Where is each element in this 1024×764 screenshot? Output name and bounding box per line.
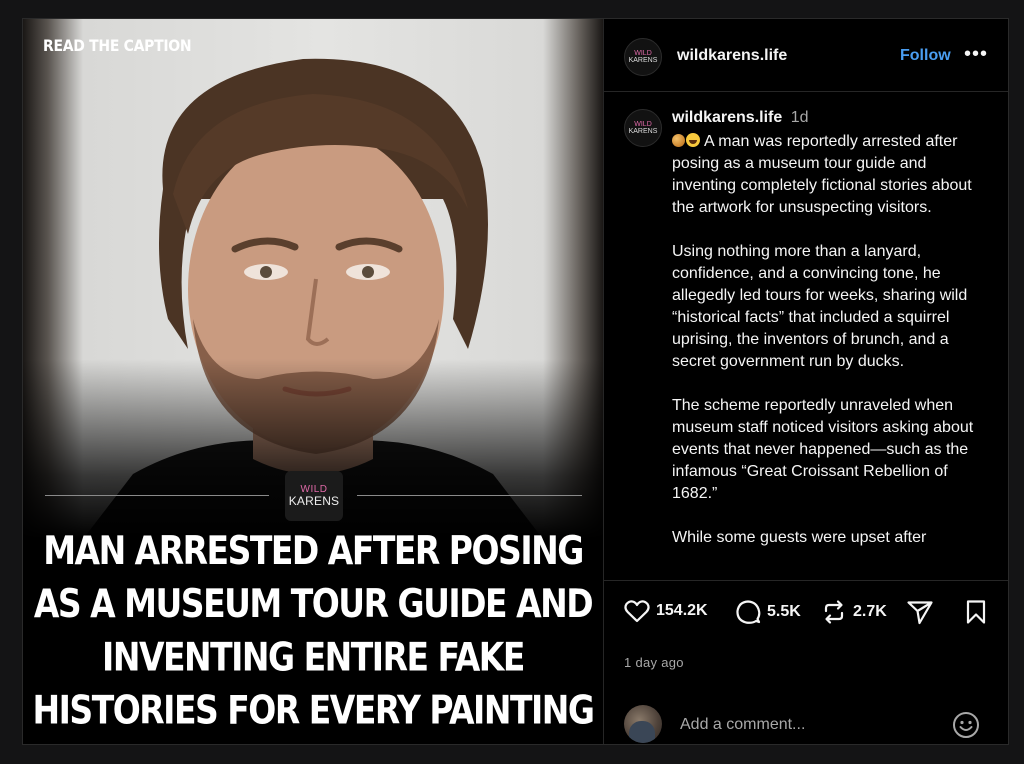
user-avatar[interactable]: [624, 705, 662, 743]
repost-button[interactable]: 2.7K: [821, 599, 887, 625]
comment-icon: [736, 600, 761, 624]
send-icon: [907, 601, 933, 625]
account-username[interactable]: wildkarens.life: [677, 47, 787, 65]
caption-paragraph: Using nothing more than a lanyard, confi…: [672, 243, 968, 370]
comment-composer: [604, 691, 1008, 745]
heart-icon: [624, 600, 650, 623]
smiley-icon: [953, 712, 979, 738]
caption-text: A man was reportedly arrested after posi…: [672, 131, 992, 571]
caption-paragraph: The scheme reportedly unraveled when mus…: [672, 397, 974, 502]
post-dialog: READ THE CAPTION WILD KARENS MAN ARRESTE…: [22, 18, 1009, 745]
follow-button[interactable]: Follow: [900, 47, 951, 65]
post-time-ago: 1 day ago: [624, 655, 684, 670]
post-side-panel: WILD KARENS wildkarens.life Follow ••• W…: [603, 19, 1008, 744]
divider-left: [45, 495, 269, 496]
caption-avatar[interactable]: WILD KARENS: [624, 109, 662, 147]
account-avatar[interactable]: WILD KARENS: [624, 38, 662, 76]
comment-input[interactable]: [678, 713, 942, 737]
caption-paragraph: While some guests were upset after: [672, 529, 927, 546]
palette-emoji-icon: [672, 134, 685, 147]
divider-right: [357, 495, 582, 496]
caption-header: wildkarens.life 1d: [672, 109, 809, 127]
bookmark-icon: [966, 600, 986, 624]
like-button[interactable]: 154.2K: [624, 599, 708, 623]
read-caption-label: READ THE CAPTION: [43, 37, 192, 56]
mugshot-photo: [23, 19, 603, 539]
repost-count: 2.7K: [853, 603, 887, 620]
save-button[interactable]: [965, 599, 987, 625]
post-headline: MAN ARRESTED AFTER POSING AS A MUSEUM TO…: [32, 527, 595, 733]
like-count: 154.2K: [656, 602, 708, 619]
comment-button[interactable]: 5.5K: [735, 599, 801, 625]
repost-icon: [824, 600, 844, 624]
caption-username[interactable]: wildkarens.life: [672, 109, 782, 126]
more-options-button[interactable]: •••: [964, 43, 988, 66]
post-header: WILD KARENS wildkarens.life Follow •••: [604, 19, 1008, 92]
caption-time: 1d: [790, 109, 809, 126]
laughing-emoji-icon: [686, 133, 700, 147]
emoji-picker-button[interactable]: [952, 711, 980, 744]
actions-bar: 154.2K 5.5K 2.7K 1 day ago Add a comment…: [604, 580, 1008, 744]
caption-paragraph: A man was reportedly arrested after posi…: [672, 133, 972, 216]
share-button[interactable]: [906, 599, 934, 625]
post-media[interactable]: READ THE CAPTION WILD KARENS MAN ARRESTE…: [23, 19, 603, 744]
wild-karens-logo: WILD KARENS: [285, 471, 343, 521]
comment-count: 5.5K: [767, 603, 801, 620]
caption-area[interactable]: WILD KARENS wildkarens.life 1d A man was…: [604, 92, 1008, 580]
